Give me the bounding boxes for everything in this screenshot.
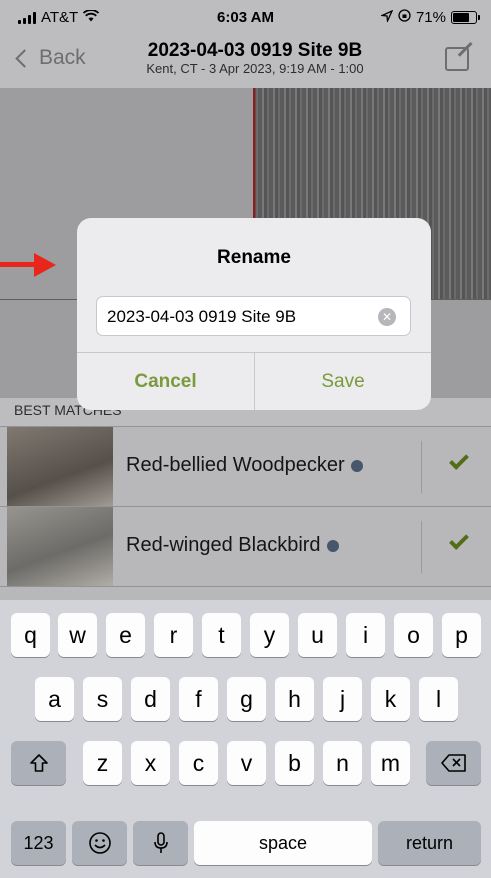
key-v[interactable]: v [227,741,266,785]
key-l[interactable]: l [419,677,458,721]
key-k[interactable]: k [371,677,410,721]
cancel-button[interactable]: Cancel [77,353,254,410]
key-i[interactable]: i [346,613,385,657]
key-e[interactable]: e [106,613,145,657]
key-f[interactable]: f [179,677,218,721]
shift-icon [29,754,48,772]
rename-field[interactable]: ✕ [96,296,411,336]
shift-key[interactable] [11,741,66,785]
backspace-icon [440,754,466,772]
key-h[interactable]: h [275,677,314,721]
key-w[interactable]: w [58,613,97,657]
keyboard: q w e r t y u i o p a s d f g h j k l z … [0,600,491,878]
key-j[interactable]: j [323,677,362,721]
key-c[interactable]: c [179,741,218,785]
dialog-button-row: Cancel Save [77,352,431,410]
key-u[interactable]: u [298,613,337,657]
rename-input[interactable] [107,306,377,328]
key-z[interactable]: z [83,741,122,785]
numbers-key[interactable]: 123 [11,821,66,865]
rename-dialog: Rename ✕ Cancel Save [77,218,431,410]
key-m[interactable]: m [371,741,410,785]
key-q[interactable]: q [11,613,50,657]
return-key[interactable]: return [378,821,481,865]
dictation-key[interactable] [133,821,188,865]
key-y[interactable]: y [250,613,289,657]
save-button[interactable]: Save [254,353,431,410]
key-p[interactable]: p [442,613,481,657]
annotation-arrow-shaft [0,262,38,267]
key-s[interactable]: s [83,677,122,721]
annotation-arrow-icon [34,253,56,277]
key-b[interactable]: b [275,741,314,785]
key-x[interactable]: x [131,741,170,785]
space-key[interactable]: space [194,821,372,865]
key-r[interactable]: r [154,613,193,657]
microphone-icon [153,832,168,853]
key-a[interactable]: a [35,677,74,721]
key-n[interactable]: n [323,741,362,785]
backspace-key[interactable] [426,741,481,785]
emoji-key[interactable] [72,821,127,865]
emoji-icon [88,832,111,854]
key-o[interactable]: o [394,613,433,657]
clear-icon[interactable]: ✕ [378,308,396,326]
key-d[interactable]: d [131,677,170,721]
dialog-title: Rename [217,247,291,268]
key-g[interactable]: g [227,677,266,721]
key-t[interactable]: t [202,613,241,657]
app-screen: AT&T 6:03 AM 71% Back 2023-04-03 0919 Si… [0,0,491,600]
